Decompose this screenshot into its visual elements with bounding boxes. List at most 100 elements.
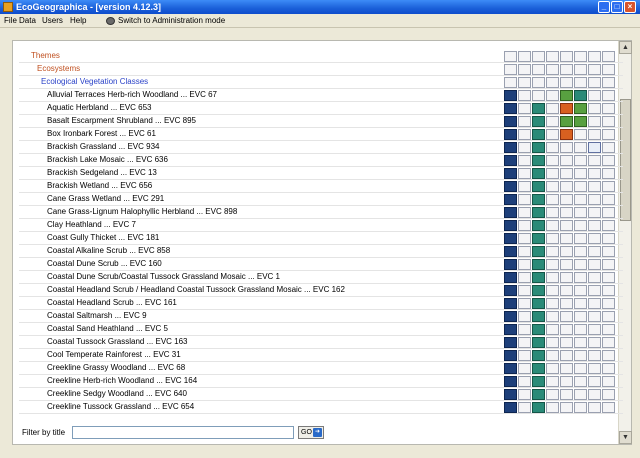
document-icon[interactable] xyxy=(504,402,517,413)
document-icon[interactable] xyxy=(504,155,517,166)
map-icon[interactable] xyxy=(546,168,559,179)
export-icon[interactable] xyxy=(602,389,615,400)
image-icon[interactable] xyxy=(532,402,545,413)
table-icon[interactable] xyxy=(588,246,601,257)
tree-row-evc-item[interactable]: Cool Temperate Rainforest ... EVC 31 xyxy=(19,349,623,362)
map-icon[interactable] xyxy=(546,64,559,75)
tool-icon[interactable] xyxy=(574,129,587,140)
tree-row-evc-item[interactable]: Coast Gully Thicket ... EVC 181 xyxy=(19,232,623,245)
chart-icon[interactable] xyxy=(560,324,573,335)
image-icon[interactable] xyxy=(532,129,545,140)
chart-icon[interactable] xyxy=(560,259,573,270)
image-icon[interactable] xyxy=(532,220,545,231)
image-icon[interactable] xyxy=(532,376,545,387)
table-icon[interactable] xyxy=(588,64,601,75)
image-icon[interactable] xyxy=(532,298,545,309)
info-icon[interactable] xyxy=(518,259,531,270)
info-icon[interactable] xyxy=(518,64,531,75)
chart-icon[interactable] xyxy=(560,285,573,296)
menu-file[interactable]: File xyxy=(4,16,17,25)
map-icon[interactable] xyxy=(546,389,559,400)
map-icon[interactable] xyxy=(546,207,559,218)
map-icon[interactable] xyxy=(546,51,559,62)
chart-icon[interactable] xyxy=(560,207,573,218)
table-icon[interactable] xyxy=(588,116,601,127)
export-icon[interactable] xyxy=(602,324,615,335)
export-icon[interactable] xyxy=(602,246,615,257)
info-icon[interactable] xyxy=(518,389,531,400)
document-icon[interactable] xyxy=(504,103,517,114)
map-icon[interactable] xyxy=(546,129,559,140)
tree-row-themes[interactable]: Themes xyxy=(19,50,623,63)
tree-row-evc-item[interactable]: Coastal Headland Scrub / Headland Coasta… xyxy=(19,284,623,297)
info-icon[interactable] xyxy=(518,402,531,413)
tool-icon[interactable] xyxy=(574,376,587,387)
info-icon[interactable] xyxy=(518,324,531,335)
tree-row-evc-item[interactable]: Coastal Headland Scrub ... EVC 161 xyxy=(19,297,623,310)
export-icon[interactable] xyxy=(602,77,615,88)
tool-icon[interactable] xyxy=(574,233,587,244)
map-icon[interactable] xyxy=(546,155,559,166)
tree-row-evc[interactable]: Ecological Vegetation Classes xyxy=(19,76,623,89)
tool-icon[interactable] xyxy=(574,259,587,270)
tree-row-evc-item[interactable]: Cane Grass Wetland ... EVC 291 xyxy=(19,193,623,206)
info-icon[interactable] xyxy=(518,233,531,244)
tool-icon[interactable] xyxy=(574,337,587,348)
export-icon[interactable] xyxy=(602,194,615,205)
image-icon[interactable] xyxy=(532,142,545,153)
chart-icon[interactable] xyxy=(560,194,573,205)
info-icon[interactable] xyxy=(518,51,531,62)
info-icon[interactable] xyxy=(518,350,531,361)
map-icon[interactable] xyxy=(546,337,559,348)
info-icon[interactable] xyxy=(518,155,531,166)
table-icon[interactable] xyxy=(588,142,601,153)
table-icon[interactable] xyxy=(588,181,601,192)
map-icon[interactable] xyxy=(546,246,559,257)
export-icon[interactable] xyxy=(602,272,615,283)
chart-icon[interactable] xyxy=(560,103,573,114)
table-icon[interactable] xyxy=(588,285,601,296)
image-icon[interactable] xyxy=(532,272,545,283)
tool-icon[interactable] xyxy=(574,77,587,88)
tool-icon[interactable] xyxy=(574,285,587,296)
tree-row-evc-item[interactable]: Cane Grass-Lignum Halophyllic Herbland .… xyxy=(19,206,623,219)
table-icon[interactable] xyxy=(588,103,601,114)
table-icon[interactable] xyxy=(588,324,601,335)
chart-icon[interactable] xyxy=(560,77,573,88)
info-icon[interactable] xyxy=(518,272,531,283)
export-icon[interactable] xyxy=(602,311,615,322)
maximize-button[interactable]: □ xyxy=(611,1,623,13)
map-icon[interactable] xyxy=(546,142,559,153)
document-icon[interactable] xyxy=(504,298,517,309)
document-icon[interactable] xyxy=(504,129,517,140)
export-icon[interactable] xyxy=(602,337,615,348)
close-button[interactable]: × xyxy=(624,1,636,13)
map-icon[interactable] xyxy=(546,285,559,296)
document-icon[interactable] xyxy=(504,90,517,101)
info-icon[interactable] xyxy=(518,298,531,309)
tree-row-evc-item[interactable]: Creekline Grassy Woodland ... EVC 68 xyxy=(19,362,623,375)
export-icon[interactable] xyxy=(602,168,615,179)
export-icon[interactable] xyxy=(602,181,615,192)
map-icon[interactable] xyxy=(546,272,559,283)
map-icon[interactable] xyxy=(546,298,559,309)
map-icon[interactable] xyxy=(546,233,559,244)
info-icon[interactable] xyxy=(518,168,531,179)
table-icon[interactable] xyxy=(588,90,601,101)
chart-icon[interactable] xyxy=(560,64,573,75)
admin-mode-button[interactable]: Switch to Administration mode xyxy=(118,16,225,25)
map-icon[interactable] xyxy=(546,220,559,231)
export-icon[interactable] xyxy=(602,207,615,218)
tree-row-evc-item[interactable]: Brackish Sedgeland ... EVC 13 xyxy=(19,167,623,180)
table-icon[interactable] xyxy=(588,220,601,231)
image-icon[interactable] xyxy=(532,77,545,88)
table-icon[interactable] xyxy=(588,51,601,62)
table-icon[interactable] xyxy=(588,129,601,140)
tree-row-evc-item[interactable]: Coastal Dune Scrub/Coastal Tussock Grass… xyxy=(19,271,623,284)
menu-help[interactable]: Help xyxy=(70,16,86,25)
tool-icon[interactable] xyxy=(574,324,587,335)
menu-users[interactable]: Users xyxy=(42,16,63,25)
info-icon[interactable] xyxy=(518,376,531,387)
tree-row-evc-item[interactable]: Basalt Escarpment Shrubland ... EVC 895 xyxy=(19,115,623,128)
chart-icon[interactable] xyxy=(560,181,573,192)
